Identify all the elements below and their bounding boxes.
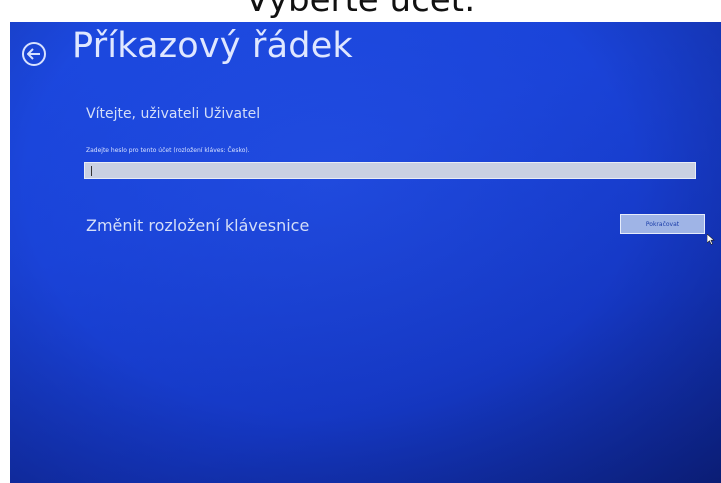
password-prompt: Zadejte heslo pro tento účet (rozložení … bbox=[86, 147, 250, 154]
welcome-text: Vítejte, uživateli Uživatel bbox=[86, 106, 261, 122]
photo-caption: Vyberte účet: bbox=[245, 0, 476, 20]
change-keyboard-layout-link[interactable]: Změnit rozložení klávesnice bbox=[86, 216, 309, 235]
password-input[interactable] bbox=[84, 162, 696, 179]
text-caret bbox=[91, 166, 92, 176]
back-button[interactable] bbox=[22, 42, 46, 66]
continue-button[interactable]: Pokračovat bbox=[620, 214, 705, 234]
screen-vignette bbox=[10, 22, 721, 483]
mouse-pointer-icon bbox=[706, 230, 715, 249]
back-arrow-icon bbox=[27, 48, 41, 60]
recovery-screen: Příkazový řádek Vítejte, uživateli Uživa… bbox=[10, 22, 721, 483]
page-title: Příkazový řádek bbox=[72, 26, 353, 66]
